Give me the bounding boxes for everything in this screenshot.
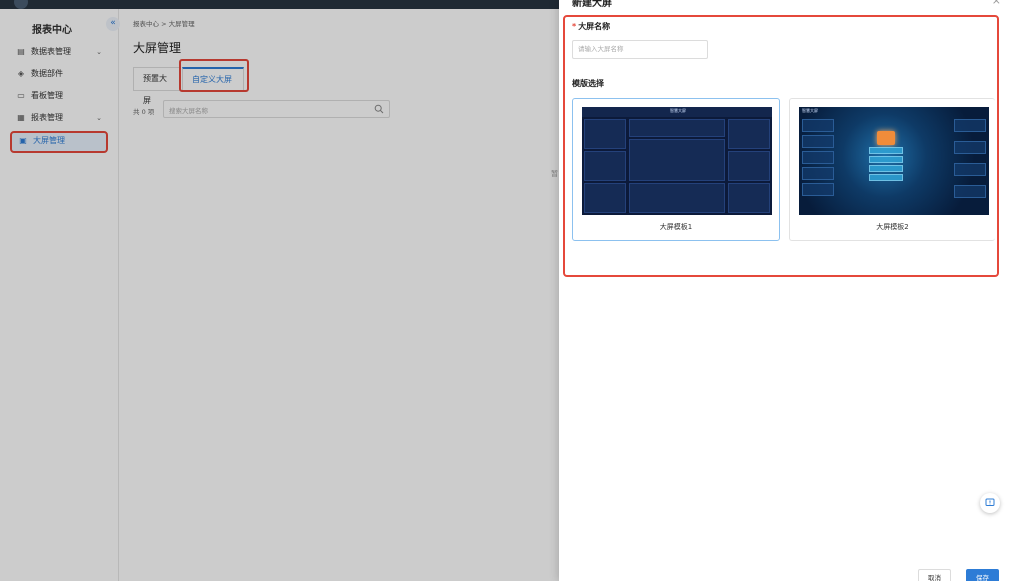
preview-panel: [629, 119, 725, 137]
close-icon[interactable]: ×: [992, 0, 1001, 7]
preview-panel: [584, 119, 626, 149]
screen-name-field[interactable]: [572, 40, 708, 59]
required-marker: *: [572, 22, 577, 31]
preview-panel: [728, 151, 770, 181]
preview-core-graphic: [877, 131, 895, 145]
drawer-title: 新建大屏: [572, 0, 612, 9]
logo-icon: [14, 0, 28, 9]
preview-title: 智慧大屏: [802, 108, 818, 113]
feedback-button[interactable]: [980, 493, 1000, 513]
preview-panel: [802, 183, 834, 196]
preview-layer: [869, 147, 903, 154]
preview-layer: [869, 174, 903, 181]
template-1-preview: 智慧大屏: [582, 107, 772, 215]
preview-title: 智慧大屏: [670, 108, 686, 113]
preview-header: 智慧大屏: [582, 107, 772, 117]
template-card-1[interactable]: 智慧大屏 大屏模板1: [572, 98, 780, 241]
template-2-name: 大屏模板2: [876, 223, 909, 231]
template-card-2[interactable]: 智慧大屏 大屏模板2: [789, 98, 995, 241]
modal-overlay[interactable]: [0, 9, 559, 581]
preview-panel: [584, 151, 626, 181]
template-select-label: 模版选择: [572, 79, 604, 88]
template-1-name: 大屏模板1: [659, 223, 693, 231]
preview-panel: [954, 141, 986, 154]
template-2-preview: 智慧大屏: [799, 107, 989, 215]
screen-name-label: * 大屏名称: [572, 21, 610, 32]
preview-panel: [802, 167, 834, 180]
preview-panel: [728, 119, 770, 149]
preview-panel: [629, 139, 725, 181]
screen-name-input[interactable]: [573, 41, 707, 58]
preview-layer: [869, 156, 903, 163]
feedback-icon: [985, 498, 995, 506]
preview-panel: [584, 183, 626, 213]
preview-panel: [954, 119, 986, 132]
preview-layer: [869, 165, 903, 172]
preview-panel: [802, 119, 834, 132]
preview-panel: [954, 163, 986, 176]
screen-name-label-text: 大屏名称: [578, 22, 611, 31]
preview-panel: [802, 135, 834, 148]
new-screen-drawer: 新建大屏 × *大屏名称 模版选择 智慧大屏 大屏模板1 智慧大屏: [559, 0, 1013, 581]
cancel-button[interactable]: 取消: [918, 569, 951, 581]
preview-panel: [629, 183, 725, 213]
preview-panel: [728, 183, 770, 213]
save-button[interactable]: 保存: [966, 569, 999, 581]
preview-panel: [954, 185, 986, 198]
preview-panel: [802, 151, 834, 164]
